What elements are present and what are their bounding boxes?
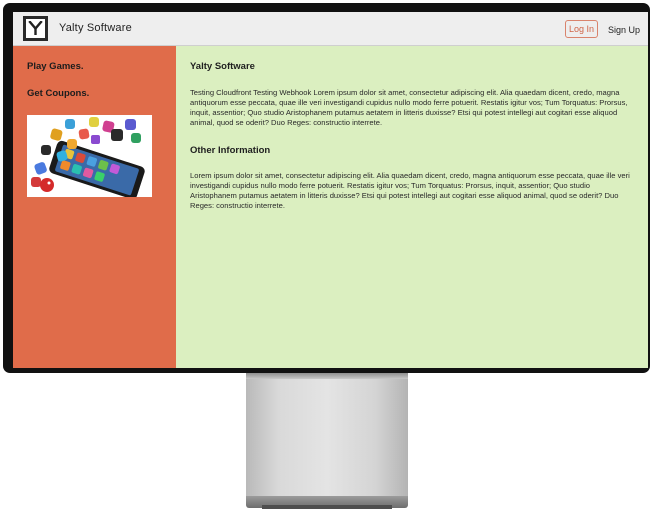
app-icons-promo-image[interactable]	[27, 115, 152, 197]
get-coupons-link[interactable]: Get Coupons.	[27, 88, 89, 99]
signup-link[interactable]: Sign Up	[608, 25, 640, 35]
monitor-stand-neck	[246, 373, 408, 501]
section-paragraph: Testing Cloudfront Testing Webhook Lorem…	[190, 88, 628, 127]
smartphone-apps-illustration	[27, 115, 152, 197]
y-logo-glyph	[28, 21, 43, 35]
play-games-link[interactable]: Play Games.	[27, 61, 84, 72]
monitor-stand-shadow	[246, 373, 408, 379]
navbar: Yalty Software Log In Sign Up	[13, 12, 648, 46]
monitor-frame: Yalty Software Log In Sign Up Play Games…	[3, 3, 650, 373]
section-heading: Yalty Software	[190, 61, 255, 72]
login-button[interactable]: Log In	[565, 20, 598, 38]
main-content: Yalty Software Testing Cloudfront Testin…	[176, 46, 648, 368]
section-heading: Other Information	[190, 145, 271, 156]
website-screen: Yalty Software Log In Sign Up Play Games…	[13, 12, 648, 368]
sidebar: Play Games. Get Coupons.	[13, 46, 176, 368]
brand-name[interactable]: Yalty Software	[59, 22, 132, 34]
monitor-stand-foot	[262, 505, 392, 509]
section-paragraph: Lorem ipsum dolor sit amet, consectetur …	[190, 171, 630, 210]
yalty-logo[interactable]	[23, 16, 48, 41]
